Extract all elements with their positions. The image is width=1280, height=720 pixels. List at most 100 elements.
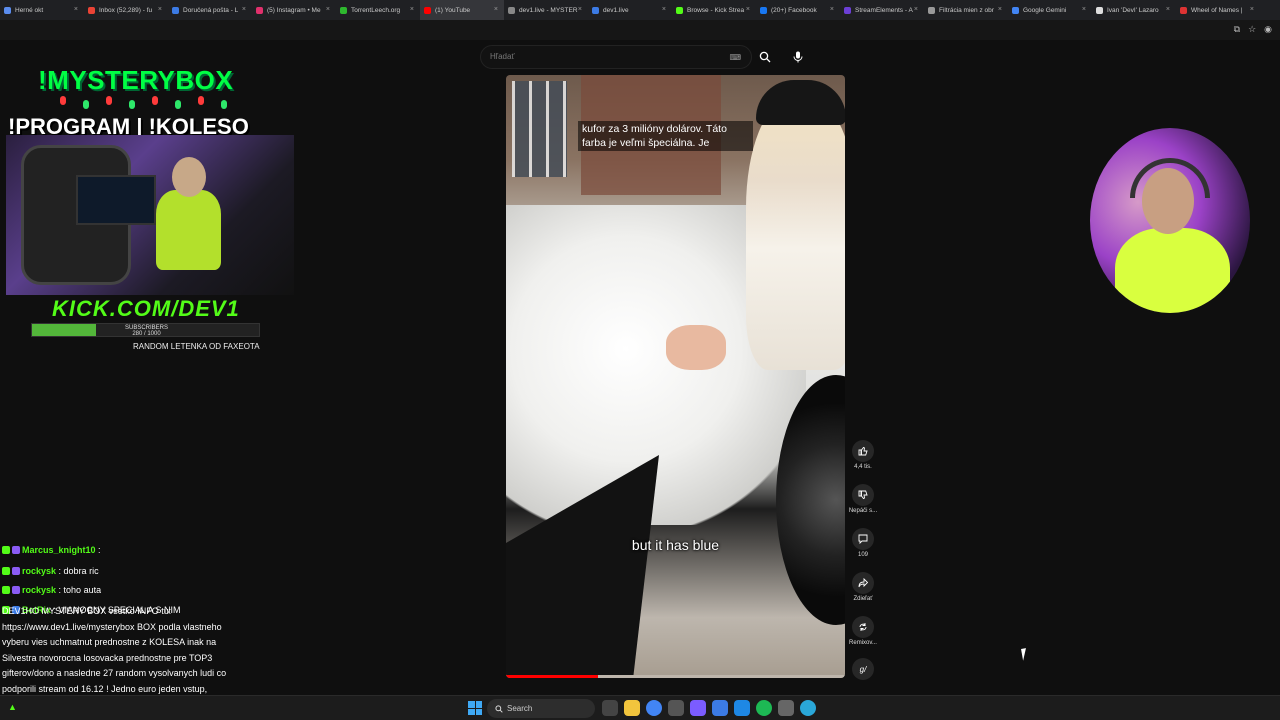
browser-tab[interactable]: (20+) Facebook ×	[756, 0, 840, 20]
like-button[interactable]: 4,4 tis.	[843, 440, 883, 470]
browser-tab[interactable]: Google Gemini ×	[1008, 0, 1092, 20]
tab-favicon-icon	[424, 6, 431, 14]
tab-favicon-icon	[1096, 6, 1103, 14]
browser-tab[interactable]: (5) Instagram • Me ×	[252, 0, 336, 20]
tab-favicon-icon	[508, 6, 515, 14]
remix-button[interactable]: Remixov...	[843, 616, 883, 646]
tab-label: (5) Instagram • Me	[267, 6, 321, 14]
browser-tab[interactable]: Wheel of Names | ×	[1176, 0, 1260, 20]
channel-button[interactable]: g/	[843, 658, 883, 680]
settings-icon[interactable]	[778, 700, 794, 716]
light-bulb	[152, 96, 158, 105]
share-icon	[852, 572, 874, 594]
taskbar-search[interactable]: Search	[487, 699, 595, 718]
tab-close-icon[interactable]: ×	[242, 6, 246, 13]
tab-favicon-icon	[760, 6, 767, 14]
mic-icon	[793, 51, 803, 63]
file-explorer-icon[interactable]	[624, 700, 640, 716]
tab-label: TorrentLeech.org	[351, 6, 401, 14]
search-button[interactable]	[752, 45, 778, 69]
voice-search-button[interactable]	[786, 45, 810, 69]
tab-close-icon[interactable]: ×	[74, 6, 78, 13]
bookmark-star-icon[interactable]: ☆	[1248, 24, 1256, 35]
chat-username[interactable]: rockysk	[22, 585, 56, 595]
dislike-icon	[852, 484, 874, 506]
browser-tab[interactable]: StreamElements - A ×	[840, 0, 924, 20]
tab-close-icon[interactable]: ×	[326, 6, 330, 13]
tab-close-icon[interactable]: ×	[158, 6, 162, 13]
christmas-lights	[60, 96, 240, 110]
share-label: Zdieľať	[853, 596, 873, 602]
like-icon	[852, 440, 874, 462]
tab-close-icon[interactable]: ×	[746, 6, 750, 13]
spotify-icon[interactable]	[756, 700, 772, 716]
chat-username[interactable]: Marcus_knight10	[22, 545, 96, 555]
app-icon-2[interactable]	[712, 700, 728, 716]
share-button[interactable]: Zdieľať	[843, 572, 883, 602]
browser-tab[interactable]: Herné okt ×	[0, 0, 84, 20]
discord-icon[interactable]	[690, 700, 706, 716]
browser-tab[interactable]: Filtrácia mien z obr ×	[924, 0, 1008, 20]
tab-favicon-icon	[844, 6, 851, 14]
browser-tab[interactable]: Doručená pošta - L ×	[168, 0, 252, 20]
screen: Herné okt × Inbox (52,289) - fu × Doručená p…	[0, 0, 1280, 720]
tab-close-icon[interactable]: ×	[1082, 6, 1086, 13]
headphones-icon	[1130, 158, 1210, 198]
tab-close-icon[interactable]: ×	[998, 6, 1002, 13]
task-view-icon[interactable]	[602, 700, 618, 716]
video-caption-top: kufor za 3 milióny dolárov. Táto farba j…	[578, 121, 753, 151]
search-input[interactable]: Hľadať	[490, 52, 514, 61]
tab-close-icon[interactable]: ×	[830, 6, 834, 13]
tab-close-icon[interactable]: ×	[578, 6, 582, 13]
install-icon[interactable]: ⧉	[1234, 24, 1240, 35]
channel-icon: g/	[852, 658, 874, 680]
remix-label: Remixov...	[849, 640, 877, 646]
browser-tab[interactable]: TorrentLeech.org ×	[336, 0, 420, 20]
tab-favicon-icon	[88, 6, 95, 14]
tab-close-icon[interactable]: ×	[914, 6, 918, 13]
app-icon[interactable]	[668, 700, 684, 716]
dislike-button[interactable]: Nepáči s...	[843, 484, 883, 514]
dislike-label: Nepáči s...	[848, 508, 878, 514]
browser-tab[interactable]: Browse - Kick Strea ×	[672, 0, 756, 20]
video-progress-bar[interactable]	[506, 675, 598, 678]
comment-icon	[852, 528, 874, 550]
chat-message: Marcus_knight10 :	[2, 543, 101, 559]
widget-icon[interactable]: ▲	[8, 702, 17, 712]
comment-button[interactable]: 109	[843, 528, 883, 558]
app-icon-3[interactable]	[734, 700, 750, 716]
browser-tab[interactable]: (1) YouTube ×	[420, 0, 504, 20]
browser-tab[interactable]: Inbox (52,289) - fu ×	[84, 0, 168, 20]
browser-tab[interactable]: Ivan 'DevI' Lazaro ×	[1092, 0, 1176, 20]
tab-label: StreamElements - A	[855, 6, 913, 14]
light-bulb	[198, 96, 204, 105]
chat-separator: :	[56, 585, 64, 595]
tab-close-icon[interactable]: ×	[494, 6, 498, 13]
chrome-icon[interactable]	[646, 700, 662, 716]
tab-label: Herné okt	[15, 6, 44, 14]
tab-label: dev1.live	[603, 6, 629, 14]
tab-close-icon[interactable]: ×	[410, 6, 414, 13]
streamer-cam-closeup	[1090, 128, 1250, 313]
tab-favicon-icon	[928, 6, 935, 14]
short-video-player[interactable]: kufor za 3 milióny dolárov. Táto farba j…	[506, 75, 845, 678]
search-box[interactable]: Hľadať ⌨	[480, 45, 752, 69]
user-badge-icon	[12, 586, 20, 594]
chat-username[interactable]: rockysk	[22, 566, 56, 576]
windows-start-icon[interactable]	[468, 701, 482, 715]
video-caption-main: but it has blue	[631, 537, 720, 553]
browser-tab[interactable]: dev1.live - MYSTER ×	[504, 0, 588, 20]
tab-close-icon[interactable]: ×	[662, 6, 666, 13]
chat-message: rockysk : dobra ric	[2, 564, 99, 580]
streamer-body	[156, 190, 221, 270]
taskbar-apps	[602, 700, 816, 716]
tab-close-icon[interactable]: ×	[1166, 6, 1170, 13]
browser-tab[interactable]: dev1.live ×	[588, 0, 672, 20]
light-bulb	[221, 100, 227, 109]
random-ticket-text: RANDOM LETENKA OD FAXEOTA	[133, 342, 260, 351]
keyboard-icon[interactable]: ⌨	[729, 53, 741, 62]
tab-close-icon[interactable]: ×	[1250, 6, 1254, 13]
app-icon-4[interactable]	[800, 700, 816, 716]
profile-icon[interactable]: ◉	[1264, 24, 1272, 35]
tab-favicon-icon	[592, 6, 599, 14]
